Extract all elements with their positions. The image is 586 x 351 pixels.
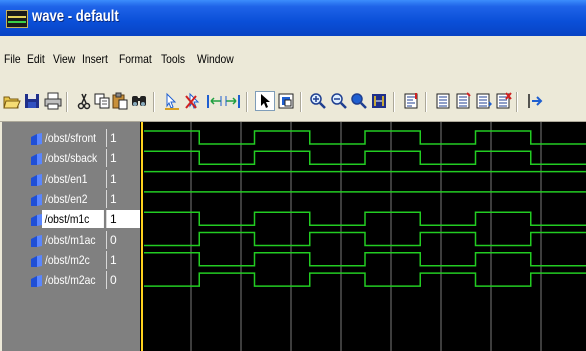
- waveform-trace[interactable]: [144, 211, 586, 226]
- title-bar[interactable]: wave - default: [0, 0, 586, 36]
- signal-list: /obst/sfront 1/obst/sback 1/obst/en1 1/obst…: [2, 122, 140, 351]
- zoom-out-icon[interactable]: [330, 92, 348, 110]
- signal-icon: [31, 234, 42, 247]
- signal-name: /obst/m2c: [45, 252, 90, 267]
- signal-icon: [31, 193, 42, 206]
- wave-split-icon[interactable]: [525, 92, 543, 110]
- waveform-trace[interactable]: [144, 130, 586, 145]
- signal-row[interactable]: /obst/m1c 1: [2, 209, 140, 229]
- zoom-in-icon[interactable]: [309, 92, 327, 110]
- paste-icon[interactable]: [111, 92, 129, 110]
- signal-row[interactable]: /obst/m1ac 0: [2, 230, 140, 250]
- menu-edit[interactable]: Edit: [27, 52, 45, 66]
- signal-value: 1: [106, 250, 140, 269]
- signal-name: /obst/m1ac: [45, 232, 96, 247]
- signal-row[interactable]: /obst/en2 1: [2, 189, 140, 209]
- waveform-trace[interactable]: [144, 150, 586, 166]
- signal-icon: [31, 275, 42, 288]
- signal-value: 1: [106, 189, 140, 208]
- signal-icon: [31, 133, 42, 145]
- toolbar-separator: [393, 92, 395, 112]
- signal-row[interactable]: /obst/m2ac 0: [2, 270, 140, 290]
- menu-insert[interactable]: Insert: [82, 52, 108, 66]
- signal-value: 1: [106, 149, 140, 168]
- signal-value: 0: [106, 271, 140, 290]
- wave-edit-icon[interactable]: [434, 92, 452, 110]
- cut-icon[interactable]: [75, 92, 93, 110]
- delete-cursor-icon[interactable]: [184, 92, 202, 110]
- signal-icon: [31, 173, 42, 186]
- wave-delete-icon[interactable]: [494, 92, 512, 110]
- menu-format[interactable]: Format: [119, 52, 152, 66]
- signal-value: 1: [106, 210, 140, 229]
- signal-name: /obst/m2ac: [45, 273, 96, 288]
- menu-tools[interactable]: Tools: [161, 52, 185, 66]
- zoom-mode-icon[interactable]: [277, 92, 295, 110]
- menu-file[interactable]: File: [4, 52, 21, 66]
- signal-row[interactable]: /obst/sfront 1: [2, 128, 140, 148]
- signal-row[interactable]: /obst/sback 1: [2, 148, 140, 168]
- zoom-full-icon[interactable]: [350, 92, 368, 110]
- menu-view[interactable]: View: [53, 52, 75, 66]
- zoom-cursor-icon[interactable]: [370, 92, 388, 110]
- window-title: wave - default: [32, 8, 119, 25]
- signal-value: 1: [106, 129, 140, 147]
- select-mode-icon[interactable]: [255, 91, 275, 111]
- find-icon[interactable]: [130, 92, 148, 110]
- insert-cursor-icon[interactable]: [163, 92, 181, 110]
- waveform-trace[interactable]: [144, 252, 586, 267]
- wave-insert-icon[interactable]: [474, 92, 492, 110]
- open-icon[interactable]: [3, 92, 21, 110]
- toolbar: [0, 83, 586, 122]
- signal-icon: [31, 153, 42, 166]
- menu-window[interactable]: Window: [197, 52, 234, 66]
- signal-row[interactable]: /obst/m2c 1: [2, 250, 140, 270]
- toolbar-separator: [516, 92, 518, 112]
- signal-name: /obst/en1: [45, 171, 88, 186]
- wave-window: wave - default File Edit View Insert For…: [0, 0, 586, 351]
- waveform-trace[interactable]: [144, 272, 586, 287]
- toolbar-separator: [300, 92, 302, 112]
- toolbar-separator: [425, 92, 427, 112]
- signal-name: /obst/m1c: [42, 210, 104, 229]
- menu-bar: File Edit View Insert Format Tools Windo…: [0, 36, 586, 83]
- signal-value: 1: [106, 169, 140, 188]
- signal-row[interactable]: /obst/en1 1: [2, 169, 140, 189]
- edge-find-icon[interactable]: [402, 92, 420, 110]
- wave-add-icon[interactable]: [454, 92, 472, 110]
- signal-icon: [31, 254, 42, 267]
- waveform-canvas[interactable]: [140, 122, 586, 351]
- signal-value: 0: [106, 230, 140, 249]
- cursor-next-icon[interactable]: [224, 92, 242, 110]
- cursor-prev-icon[interactable]: [205, 92, 223, 110]
- waveform-trace[interactable]: [144, 231, 586, 247]
- toolbar-separator: [246, 92, 248, 112]
- copy-icon[interactable]: [93, 92, 111, 110]
- signal-name: /obst/en2: [45, 191, 88, 206]
- signal-name: /obst/sfront: [45, 131, 97, 145]
- wave-app-icon: [6, 10, 28, 28]
- save-icon[interactable]: [23, 92, 41, 110]
- print-icon[interactable]: [44, 92, 62, 110]
- wave-panel[interactable]: [140, 122, 586, 351]
- toolbar-separator: [66, 92, 68, 112]
- toolbar-separator: [153, 92, 155, 112]
- signal-name: /obst/sback: [45, 151, 98, 166]
